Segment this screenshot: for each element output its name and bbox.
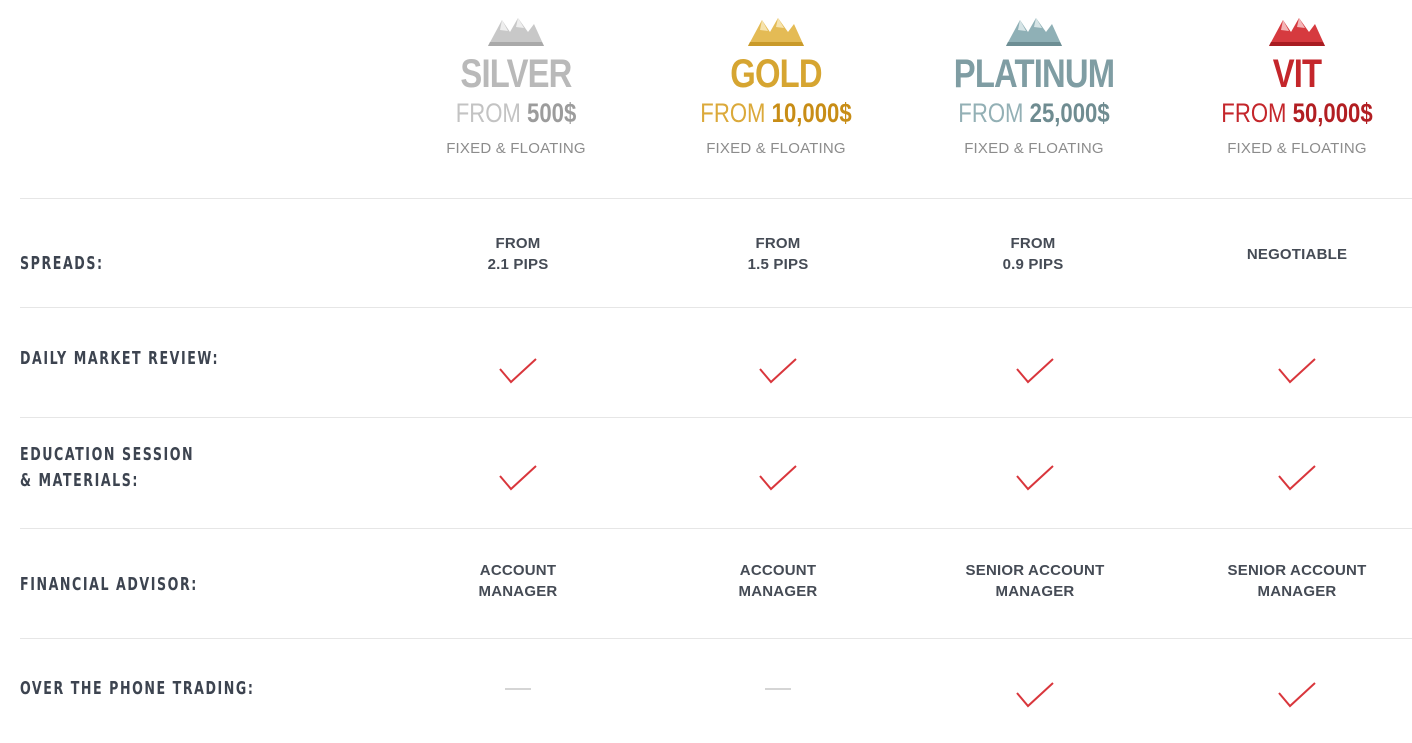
cell-line: MANAGER — [1257, 583, 1337, 600]
cell-line: ACCOUNT — [479, 562, 557, 579]
cell-line: FROM — [495, 235, 541, 252]
plan-header-gold: GOLD FROM 10,000$ FIXED & FLOATING — [646, 0, 906, 157]
price-prefix: FROM — [455, 98, 521, 128]
plan-header-platinum: PLATINUM FROM 25,000$ FIXED & FLOATING — [904, 0, 1164, 157]
spreads-silver: FROM 2.1 PIPS — [388, 233, 648, 275]
cell-line: SENIOR ACCOUNT — [965, 562, 1105, 579]
price-prefix: FROM — [958, 98, 1024, 128]
row-label-spreads: SPREADS: — [20, 253, 104, 274]
price-amount: 50,000$ — [1292, 98, 1373, 128]
row-divider — [20, 198, 1412, 199]
price-prefix: FROM — [1221, 98, 1287, 128]
row-divider — [20, 638, 1412, 639]
plan-type: FIXED & FLOATING — [706, 140, 846, 157]
mountain-logo-icon — [1006, 18, 1062, 46]
check-icon — [1016, 358, 1054, 384]
mountain-logo-icon — [748, 18, 804, 46]
spreads-vit: NEGOTIABLE — [1167, 244, 1412, 265]
plan-name: PLATINUM — [953, 52, 1115, 96]
plan-price: FROM 25,000$ — [927, 98, 1140, 128]
dash-icon — [505, 688, 531, 690]
check-icon — [499, 465, 537, 491]
spreads-platinum: FROM 0.9 PIPS — [903, 233, 1163, 275]
price-amount: 500$ — [527, 98, 577, 128]
price-prefix: FROM — [700, 98, 766, 128]
plan-header-silver: SILVER FROM 500$ FIXED & FLOATING — [386, 0, 646, 157]
advisor-silver: ACCOUNT MANAGER — [388, 560, 648, 602]
cell-line: FROM — [755, 235, 801, 252]
row-label-phone-trading: OVER THE PHONE TRADING: — [20, 678, 255, 699]
plan-type: FIXED & FLOATING — [1227, 140, 1367, 157]
advisor-vit: SENIOR ACCOUNT MANAGER — [1167, 560, 1412, 602]
row-divider — [20, 417, 1412, 418]
plan-type: FIXED & FLOATING — [964, 140, 1104, 157]
cell-line: 2.1 PIPS — [487, 256, 549, 273]
row-divider — [20, 528, 1412, 529]
cell-line: MANAGER — [995, 583, 1075, 600]
price-amount: 10,000$ — [771, 98, 852, 128]
plan-price: FROM 50,000$ — [1190, 98, 1403, 128]
row-label-daily-market-review: DAILY MARKET REVIEW: — [20, 348, 220, 369]
check-icon — [1278, 465, 1316, 491]
plan-price: FROM 10,000$ — [669, 98, 882, 128]
advisor-platinum: SENIOR ACCOUNT MANAGER — [905, 560, 1165, 602]
check-icon — [759, 358, 797, 384]
plan-header-vit: VIT FROM 50,000$ FIXED & FLOATING — [1167, 0, 1412, 157]
cell-line: NEGOTIABLE — [1246, 246, 1348, 263]
plan-type: FIXED & FLOATING — [446, 140, 586, 157]
cell-line: SENIOR ACCOUNT — [1227, 562, 1367, 579]
row-divider — [20, 307, 1412, 308]
cell-line: MANAGER — [478, 583, 558, 600]
cell-line: 0.9 PIPS — [1002, 256, 1064, 273]
check-icon — [1016, 465, 1054, 491]
row-label-financial-advisor: FINANCIAL ADVISOR: — [20, 574, 198, 595]
spreads-gold: FROM 1.5 PIPS — [648, 233, 908, 275]
price-amount: 25,000$ — [1029, 98, 1110, 128]
plan-price: FROM 500$ — [409, 98, 622, 128]
dash-icon — [765, 688, 791, 690]
check-icon — [499, 358, 537, 384]
row-label-line: & MATERIALS: — [20, 470, 140, 491]
cell-line: MANAGER — [738, 583, 818, 600]
check-icon — [1278, 358, 1316, 384]
advisor-gold: ACCOUNT MANAGER — [648, 560, 908, 602]
cell-line: FROM — [1010, 235, 1056, 252]
mountain-logo-icon — [488, 18, 544, 46]
row-label-line: EDUCATION SESSION — [20, 444, 195, 465]
row-label-education: EDUCATION SESSION & MATERIALS: — [20, 442, 194, 494]
plan-name: SILVER — [460, 52, 572, 96]
check-icon — [1278, 682, 1316, 708]
check-icon — [1016, 682, 1054, 708]
mountain-logo-icon — [1269, 18, 1325, 46]
cell-line: ACCOUNT — [739, 562, 817, 579]
check-icon — [759, 465, 797, 491]
cell-line: 1.5 PIPS — [747, 256, 809, 273]
plan-name: VIT — [1272, 52, 1322, 96]
plan-name: GOLD — [730, 52, 822, 96]
